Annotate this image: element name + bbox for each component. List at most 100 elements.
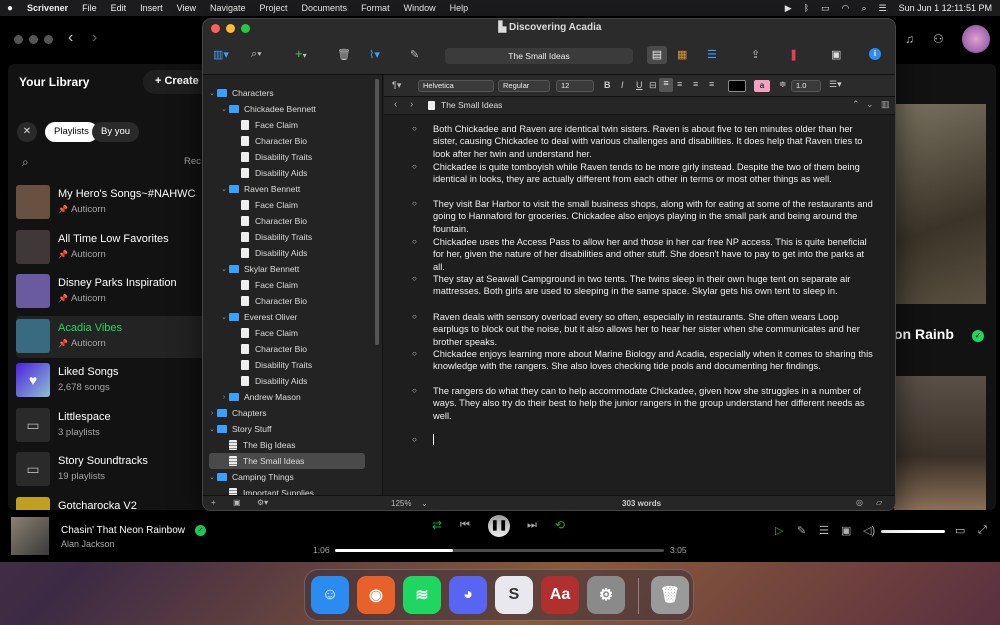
history-back-icon[interactable]: ‹: [394, 99, 397, 110]
editor-pane[interactable]: ○ Both Chickadee and Raven are identical …: [384, 115, 895, 495]
corkboard-view-icon[interactable]: ▦: [677, 48, 687, 61]
bell-icon[interactable]: ♫: [905, 32, 914, 46]
add-folder-icon[interactable]: ▣: [233, 498, 241, 507]
binder-item[interactable]: › Chapters: [203, 405, 267, 421]
create-button[interactable]: + Create: [143, 70, 210, 94]
binder-item[interactable]: ⌄ Story Stuff: [203, 421, 271, 437]
binder-item[interactable]: Disability Traits: [203, 229, 312, 245]
recents-label[interactable]: Rec: [184, 156, 201, 167]
list-format-icon[interactable]: ☰▾: [829, 79, 842, 90]
zoom-select[interactable]: 125%: [391, 499, 411, 508]
list-item[interactable]: They stay at Seawall Campground in two t…: [433, 273, 873, 298]
binder-item[interactable]: ⌄ Raven Bennett: [203, 181, 300, 197]
app-menu[interactable]: Scrivener: [20, 3, 75, 13]
font-style-select[interactable]: Regular: [498, 80, 550, 92]
dock-trash-icon[interactable]: 🗑: [651, 576, 689, 614]
binder-item[interactable]: › Andrew Mason: [203, 389, 301, 405]
binder-item[interactable]: Face Claim: [203, 277, 298, 293]
next-document-icon[interactable]: ⌄: [866, 99, 874, 110]
underline-button[interactable]: U: [636, 80, 643, 90]
strikethrough-button[interactable]: ⊟: [649, 80, 657, 91]
search-icon[interactable]: ⌕: [861, 3, 866, 14]
menu-navigate[interactable]: Navigate: [203, 3, 253, 13]
binder-item[interactable]: The Small Ideas: [209, 453, 365, 469]
binder-item[interactable]: ⌄ Characters: [203, 85, 274, 101]
align-center-icon[interactable]: ≡: [677, 79, 682, 89]
binder-item[interactable]: Disability Traits: [203, 149, 312, 165]
list-item[interactable]: Raven deals with sensory overload every …: [433, 311, 873, 348]
playlist-item[interactable]: ▭ Littlespace 3 playlists: [16, 405, 210, 447]
queue-icon[interactable]: ☰: [819, 524, 829, 537]
word-count[interactable]: 303 words: [622, 499, 661, 508]
list-item[interactable]: Chickadee is quite tomboyish while Raven…: [433, 161, 873, 186]
menu-window[interactable]: Window: [397, 3, 443, 13]
filter-playlists[interactable]: Playlists: [45, 122, 98, 142]
align-right-icon[interactable]: ≡: [693, 79, 698, 89]
attachment-icon[interactable]: ⌇▾: [369, 48, 380, 61]
menu-edit[interactable]: Edit: [104, 3, 134, 13]
play-icon[interactable]: ▶: [785, 3, 792, 14]
connect-device-icon[interactable]: ▣: [841, 524, 851, 537]
dock-discord-icon[interactable]: ◕: [449, 576, 487, 614]
chevron-down-icon[interactable]: ⌄: [219, 265, 229, 273]
track-title[interactable]: Chasin' That Neon Rainbow: [61, 525, 185, 536]
trash-icon[interactable]: 🗑: [337, 48, 351, 61]
binder-item[interactable]: Face Claim: [203, 197, 298, 213]
binder-item[interactable]: Face Claim: [203, 117, 298, 133]
battery-icon[interactable]: ▭: [821, 3, 830, 14]
chevron-down-icon[interactable]: ⌄: [207, 425, 217, 433]
back-arrow-icon[interactable]: ‹: [68, 29, 73, 47]
binder-item[interactable]: ⌄ Chickadee Bennett: [203, 101, 316, 117]
font-family-select[interactable]: Helvetica: [418, 80, 494, 92]
menu-documents[interactable]: Documents: [295, 3, 355, 13]
chevron-down-icon[interactable]: ⌄: [207, 89, 217, 97]
bookmark-icon[interactable]: ❚: [789, 48, 798, 61]
document-title-field[interactable]: The Small Ideas: [445, 48, 633, 64]
menu-file[interactable]: File: [75, 3, 104, 13]
added-check-icon[interactable]: ✓: [972, 330, 984, 342]
list-item[interactable]: Both Chickadee and Raven are identical t…: [433, 123, 873, 160]
add-icon[interactable]: +▾: [295, 46, 307, 61]
line-spacing-icon[interactable]: ≑: [779, 79, 787, 90]
close-button[interactable]: [14, 35, 23, 44]
zoom-button[interactable]: [44, 35, 53, 44]
playlist-item[interactable]: Acadia Vibes 📌 Auticorn: [16, 315, 210, 358]
apple-menu-icon[interactable]: ●: [0, 3, 20, 14]
dock-finder-icon[interactable]: ☺: [311, 576, 349, 614]
filter-by-you[interactable]: By you: [92, 122, 140, 142]
friends-icon[interactable]: ⚇: [933, 32, 944, 46]
binder-item[interactable]: Important Supplies: [203, 485, 314, 495]
binder-item[interactable]: Disability Aids: [203, 245, 307, 261]
dock-spotify-icon[interactable]: ≋: [403, 576, 441, 614]
font-size-select[interactable]: 12: [556, 80, 594, 92]
chevron-down-icon[interactable]: ⌄: [219, 313, 229, 321]
align-left-icon[interactable]: ≡: [659, 78, 673, 92]
pause-button[interactable]: ❚❚: [488, 515, 510, 537]
binder-item[interactable]: ⌄ Camping Things: [203, 469, 294, 485]
library-title[interactable]: Your Library: [19, 75, 89, 89]
library-search-icon[interactable]: ⌕: [22, 155, 29, 170]
add-document-icon[interactable]: +: [211, 498, 216, 507]
binder-scrollbar[interactable]: [375, 79, 379, 345]
lyrics-icon[interactable]: ✎: [797, 524, 806, 537]
binder-toggle-icon[interactable]: ▥▾: [213, 48, 229, 61]
binder-item[interactable]: The Big Ideas: [203, 437, 295, 453]
search-icon[interactable]: ⌕▾: [251, 48, 262, 61]
menu-help[interactable]: Help: [443, 3, 476, 13]
scrivenings-view-icon[interactable]: ▤: [647, 46, 667, 64]
binder-item[interactable]: Disability Aids: [203, 373, 307, 389]
binder-item[interactable]: ⌄ Everest Oliver: [203, 309, 297, 325]
header-document-title[interactable]: The Small Ideas: [441, 100, 502, 110]
settings-menu-icon[interactable]: ⚙▾: [257, 498, 268, 507]
minimize-button[interactable]: [29, 35, 38, 44]
previous-icon[interactable]: ⏮: [460, 519, 470, 532]
playlist-item[interactable]: Gotcharocka V2Auticorn: [16, 494, 210, 510]
comment-icon[interactable]: ▱: [876, 498, 882, 507]
next-icon[interactable]: ⏭: [527, 519, 537, 532]
repeat-icon[interactable]: ⟲: [555, 518, 565, 532]
forward-arrow-icon[interactable]: ›: [92, 29, 97, 47]
dock-firefox-icon[interactable]: ◉: [357, 576, 395, 614]
previous-document-icon[interactable]: ⌃: [852, 99, 860, 110]
list-item[interactable]: Chickadee uses the Access Pass to allow …: [433, 236, 873, 273]
clear-filter-button[interactable]: ✕: [17, 122, 37, 142]
